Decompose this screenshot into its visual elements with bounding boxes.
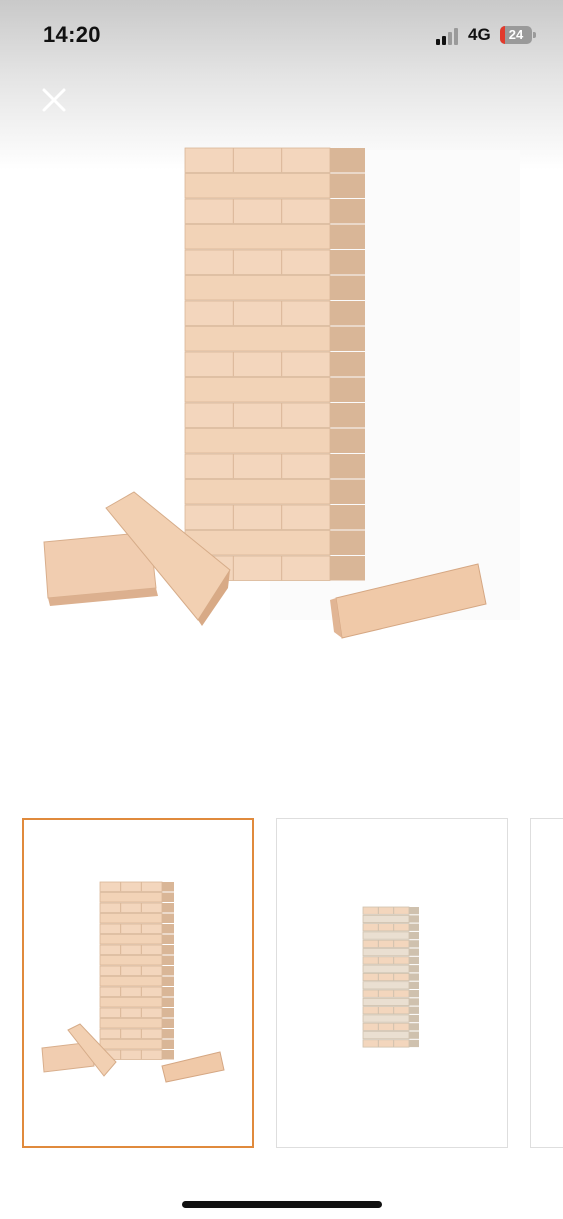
thumbnail-strip	[0, 818, 563, 1153]
main-product-image[interactable]	[30, 140, 530, 650]
thumbnail-1[interactable]	[22, 818, 254, 1148]
close-icon	[42, 88, 66, 112]
thumbnail-2[interactable]	[276, 818, 508, 1148]
network-type: 4G	[468, 25, 491, 44]
jenga-tower-thumbnail	[41, 881, 225, 1083]
battery-icon: 24	[500, 26, 536, 44]
thumbnail-3[interactable]	[530, 818, 563, 1148]
cellular-signal-icon	[436, 27, 462, 45]
close-button[interactable]	[37, 83, 71, 117]
jenga-tower	[184, 147, 365, 581]
plain-tower-thumbnail	[362, 906, 419, 1048]
status-bar: 14:20 4G 24	[0, 0, 563, 70]
status-time: 14:20	[43, 22, 101, 47]
battery-level: 24	[508, 27, 524, 42]
home-indicator	[182, 1201, 382, 1208]
